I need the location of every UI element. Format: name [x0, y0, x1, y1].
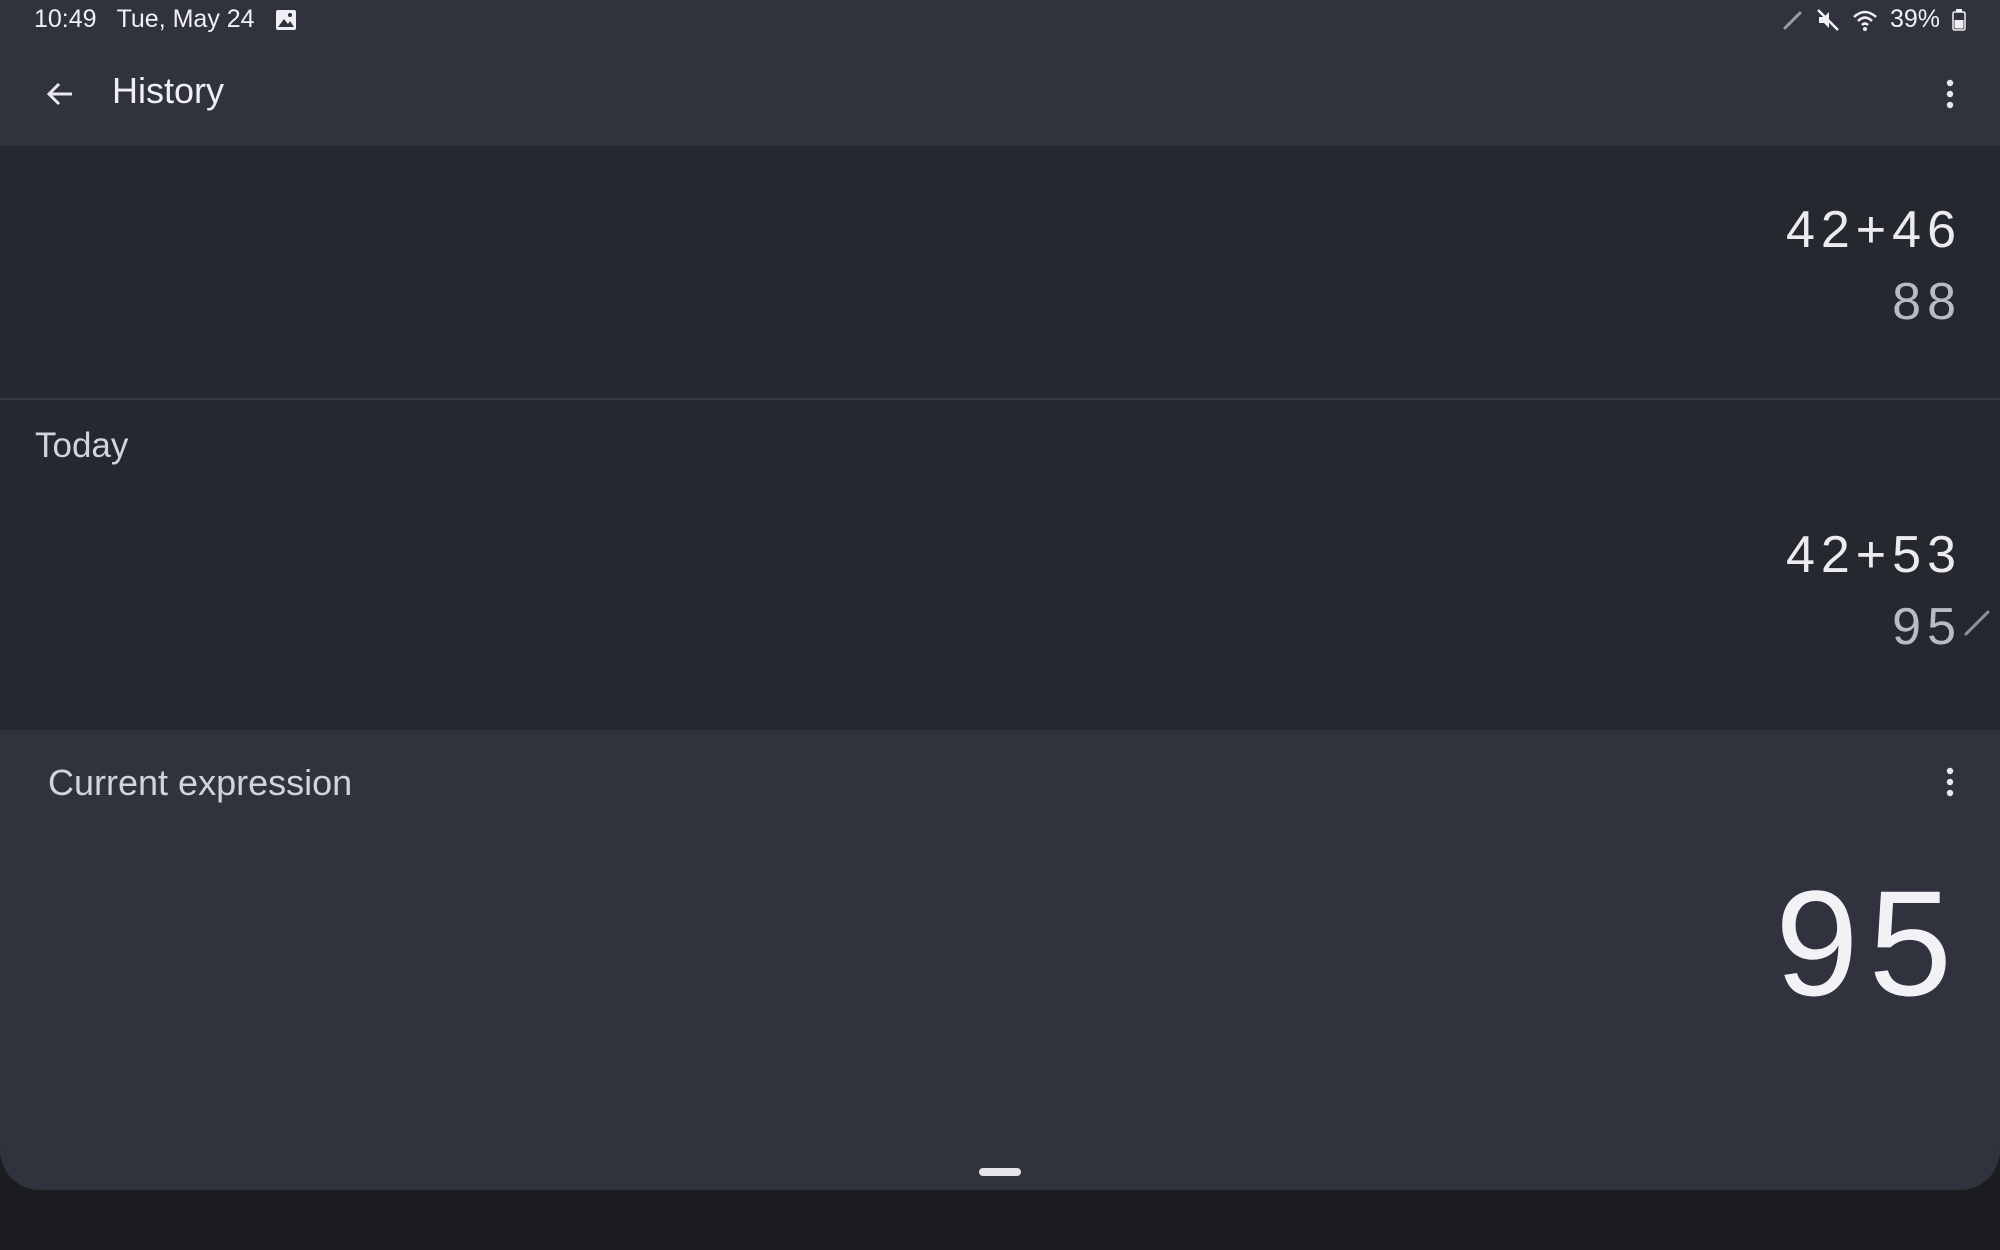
history-result: 88	[1892, 273, 1962, 331]
wifi-icon	[1852, 8, 1878, 32]
pen-stroke-icon	[1962, 608, 1992, 638]
arrow-back-icon	[45, 79, 75, 109]
status-right: 39%	[1782, 5, 1966, 34]
battery-icon	[1952, 8, 1966, 31]
section-label-today: Today	[35, 426, 129, 465]
more-vert-icon	[1946, 767, 1954, 797]
pen-icon	[1782, 9, 1804, 31]
battery-percent: 39%	[1889, 5, 1940, 33]
current-expression-label: Current expression	[48, 762, 353, 803]
status-date: Tue, May 24	[116, 5, 255, 33]
section-divider	[0, 398, 2000, 400]
history-entry[interactable]: 42+46 88	[1786, 194, 1962, 338]
current-expression-value: 95	[1775, 859, 1962, 1027]
calculator-history-screen: 10:49 Tue, May 24 39% History 42+46 88 T…	[0, 0, 2000, 1250]
history-expression: 42+46	[1785, 201, 1962, 259]
history-entry[interactable]: 42+53 95	[1786, 519, 1962, 663]
overflow-menu-button[interactable]	[1930, 70, 1970, 118]
history-list: 42+46 88 Today 42+53 95	[0, 146, 2000, 730]
current-expression-menu-button[interactable]	[1930, 758, 1970, 806]
app-bar: History	[0, 42, 2000, 146]
history-expression: 42+53	[1785, 526, 1962, 584]
back-button[interactable]	[36, 70, 84, 118]
image-icon	[275, 9, 297, 31]
current-expression-panel: Current expression 95	[0, 730, 2000, 1190]
mute-icon	[1816, 8, 1840, 32]
drag-handle[interactable]	[979, 1168, 1021, 1176]
page-title: History	[112, 70, 225, 111]
status-left: 10:49 Tue, May 24	[34, 5, 297, 34]
history-result: 95	[1892, 598, 1962, 656]
status-time: 10:49	[34, 5, 97, 33]
more-vert-icon	[1946, 79, 1954, 109]
status-bar: 10:49 Tue, May 24 39%	[0, 0, 2000, 42]
